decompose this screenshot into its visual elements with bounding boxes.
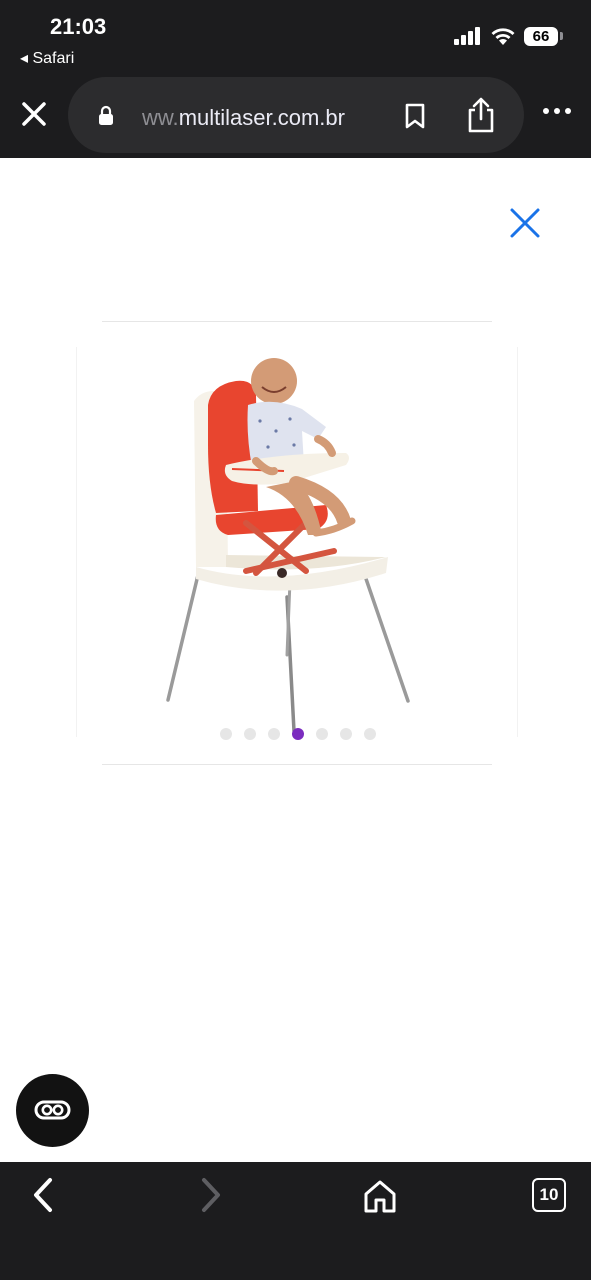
status-bar: 21:03 ◂ Safari 66 [0,0,591,72]
carousel-dot-active[interactable] [291,728,304,740]
home-icon[interactable] [362,1178,398,1214]
carousel-dot[interactable] [339,728,352,740]
divider [76,347,77,737]
signal-icon [454,27,480,45]
bookmark-icon[interactable] [404,103,426,129]
lock-icon [99,105,113,125]
chat-icon [34,1100,71,1120]
browser-toolbar: ww.multilaser.com.br [0,72,591,158]
url-prefix: ww. [142,105,179,130]
close-tab-icon[interactable] [16,96,52,132]
status-time: 21:03 [50,14,107,39]
battery-tip [560,32,563,40]
booster-seat-product-image[interactable] [156,335,436,735]
carousel-dot[interactable] [219,728,232,740]
close-gallery-icon[interactable] [508,206,542,240]
page-content [0,158,591,1162]
carousel-dot[interactable] [267,728,280,740]
url-text[interactable]: ww.multilaser.com.br [142,105,345,131]
forward-arrow-icon[interactable] [196,1174,226,1216]
divider [102,321,492,322]
more-options-icon[interactable] [542,106,572,116]
battery-indicator: 66 [524,26,558,46]
carousel-dot[interactable] [243,728,256,740]
bottom-navigation-bar: 10 [0,1162,591,1280]
wifi-icon [491,28,515,45]
back-to-safari-link[interactable]: ◂ Safari [20,48,74,68]
url-domain: multilaser.com.br [178,105,345,130]
divider [517,347,518,737]
carousel-dot[interactable] [315,728,328,740]
divider [102,764,492,765]
chat-button[interactable] [16,1074,89,1147]
status-icons: 66 [454,26,563,46]
address-bar[interactable]: ww.multilaser.com.br [68,77,524,153]
product-image-frame [76,321,518,765]
share-icon[interactable] [466,97,496,133]
tabs-count-button[interactable]: 10 [532,1178,566,1212]
carousel-indicators [0,728,591,740]
back-arrow-icon[interactable] [28,1174,58,1216]
carousel-dot[interactable] [363,728,376,740]
